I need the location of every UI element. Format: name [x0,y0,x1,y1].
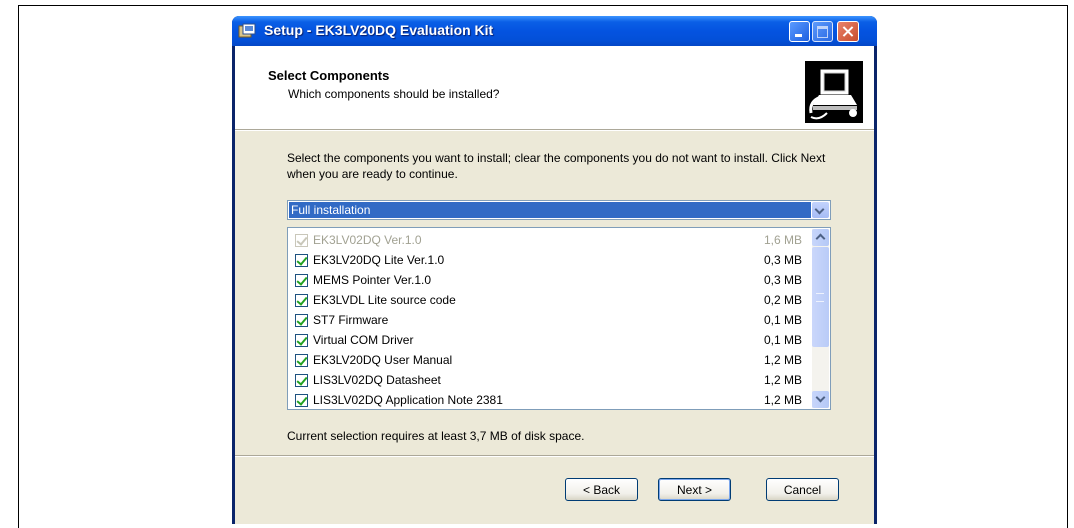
scroll-down-icon[interactable] [812,391,829,408]
list-item[interactable]: ST7 Firmware 0,1 MB [288,310,808,330]
window-title: Setup - EK3LV20DQ Evaluation Kit [264,22,494,38]
component-name: Virtual COM Driver [313,333,414,347]
back-button[interactable]: < Back [565,478,638,501]
component-size: 1,2 MB [763,353,802,367]
next-button[interactable]: Next > [658,478,731,501]
dialog-client: Select Components Which components shoul… [235,46,874,524]
list-item[interactable]: MEMS Pointer Ver.1.0 0,3 MB [288,270,808,290]
installer-computer-icon [805,61,863,123]
header-divider [235,130,874,131]
component-size: 0,1 MB [763,333,802,347]
close-button[interactable] [837,21,859,42]
component-size: 1,2 MB [763,393,802,407]
checkbox[interactable] [295,294,308,307]
components-list[interactable]: EK3LV02DQ Ver.1.0 1,6 MB EK3LV20DQ Lite … [287,227,831,410]
component-size: 0,3 MB [763,273,802,287]
checkbox[interactable] [295,254,308,267]
component-name: ST7 Firmware [313,313,389,327]
checkbox[interactable] [295,354,308,367]
list-item[interactable]: LIS3LV02DQ Application Note 2381 1,2 MB [288,390,808,409]
list-item: EK3LV02DQ Ver.1.0 1,6 MB [288,230,808,250]
component-size: 1,6 MB [763,233,802,247]
checkbox[interactable] [295,394,308,407]
maximize-button[interactable] [812,21,833,42]
page-title: Select Components [268,68,390,83]
component-name: EK3LV02DQ Ver.1.0 [313,233,422,247]
list-item[interactable]: LIS3LV02DQ Datasheet 1,2 MB [288,370,808,390]
list-item[interactable]: EK3LVDL Lite source code 0,2 MB [288,290,808,310]
setup-app-icon [238,23,256,38]
checkbox[interactable] [295,374,308,387]
component-name: EK3LVDL Lite source code [313,293,456,307]
setup-window: Setup - EK3LV20DQ Evaluation Kit Select … [232,16,877,524]
scroll-up-icon[interactable] [812,229,829,246]
list-item[interactable]: Virtual COM Driver 0,1 MB [288,330,808,350]
disk-space-requirement: Current selection requires at least 3,7 … [287,429,585,443]
instructions-text: Select the components you want to instal… [287,151,826,181]
component-size: 0,2 MB [763,293,802,307]
component-name: LIS3LV02DQ Application Note 2381 [313,393,503,407]
list-item[interactable]: EK3LV20DQ Lite Ver.1.0 0,3 MB [288,250,808,270]
checkbox[interactable] [295,314,308,327]
component-size: 0,3 MB [763,253,802,267]
checkbox [295,234,308,247]
component-name: EK3LV20DQ Lite Ver.1.0 [313,253,445,267]
vertical-scrollbar[interactable] [812,229,829,408]
minimize-button[interactable] [789,21,810,42]
footer-divider [235,455,874,457]
component-name: EK3LV20DQ User Manual [313,353,453,367]
page-subtitle: Which components should be installed? [288,87,500,101]
list-item[interactable]: EK3LV20DQ User Manual 1,2 MB [288,350,808,370]
checkbox[interactable] [295,334,308,347]
install-type-dropdown[interactable]: Full installation [287,200,831,220]
checkbox[interactable] [295,274,308,287]
wizard-header: Select Components Which components shoul… [235,46,874,130]
component-size: 1,2 MB [763,373,802,387]
component-name: LIS3LV02DQ Datasheet [313,373,441,387]
component-name: MEMS Pointer Ver.1.0 [313,273,432,287]
chevron-down-icon[interactable] [812,202,829,218]
title-bar[interactable]: Setup - EK3LV20DQ Evaluation Kit [232,16,877,46]
install-type-value: Full installation [289,202,811,218]
cancel-button[interactable]: Cancel [766,478,839,501]
scrollbar-thumb[interactable] [812,247,829,347]
component-size: 0,1 MB [763,313,802,327]
